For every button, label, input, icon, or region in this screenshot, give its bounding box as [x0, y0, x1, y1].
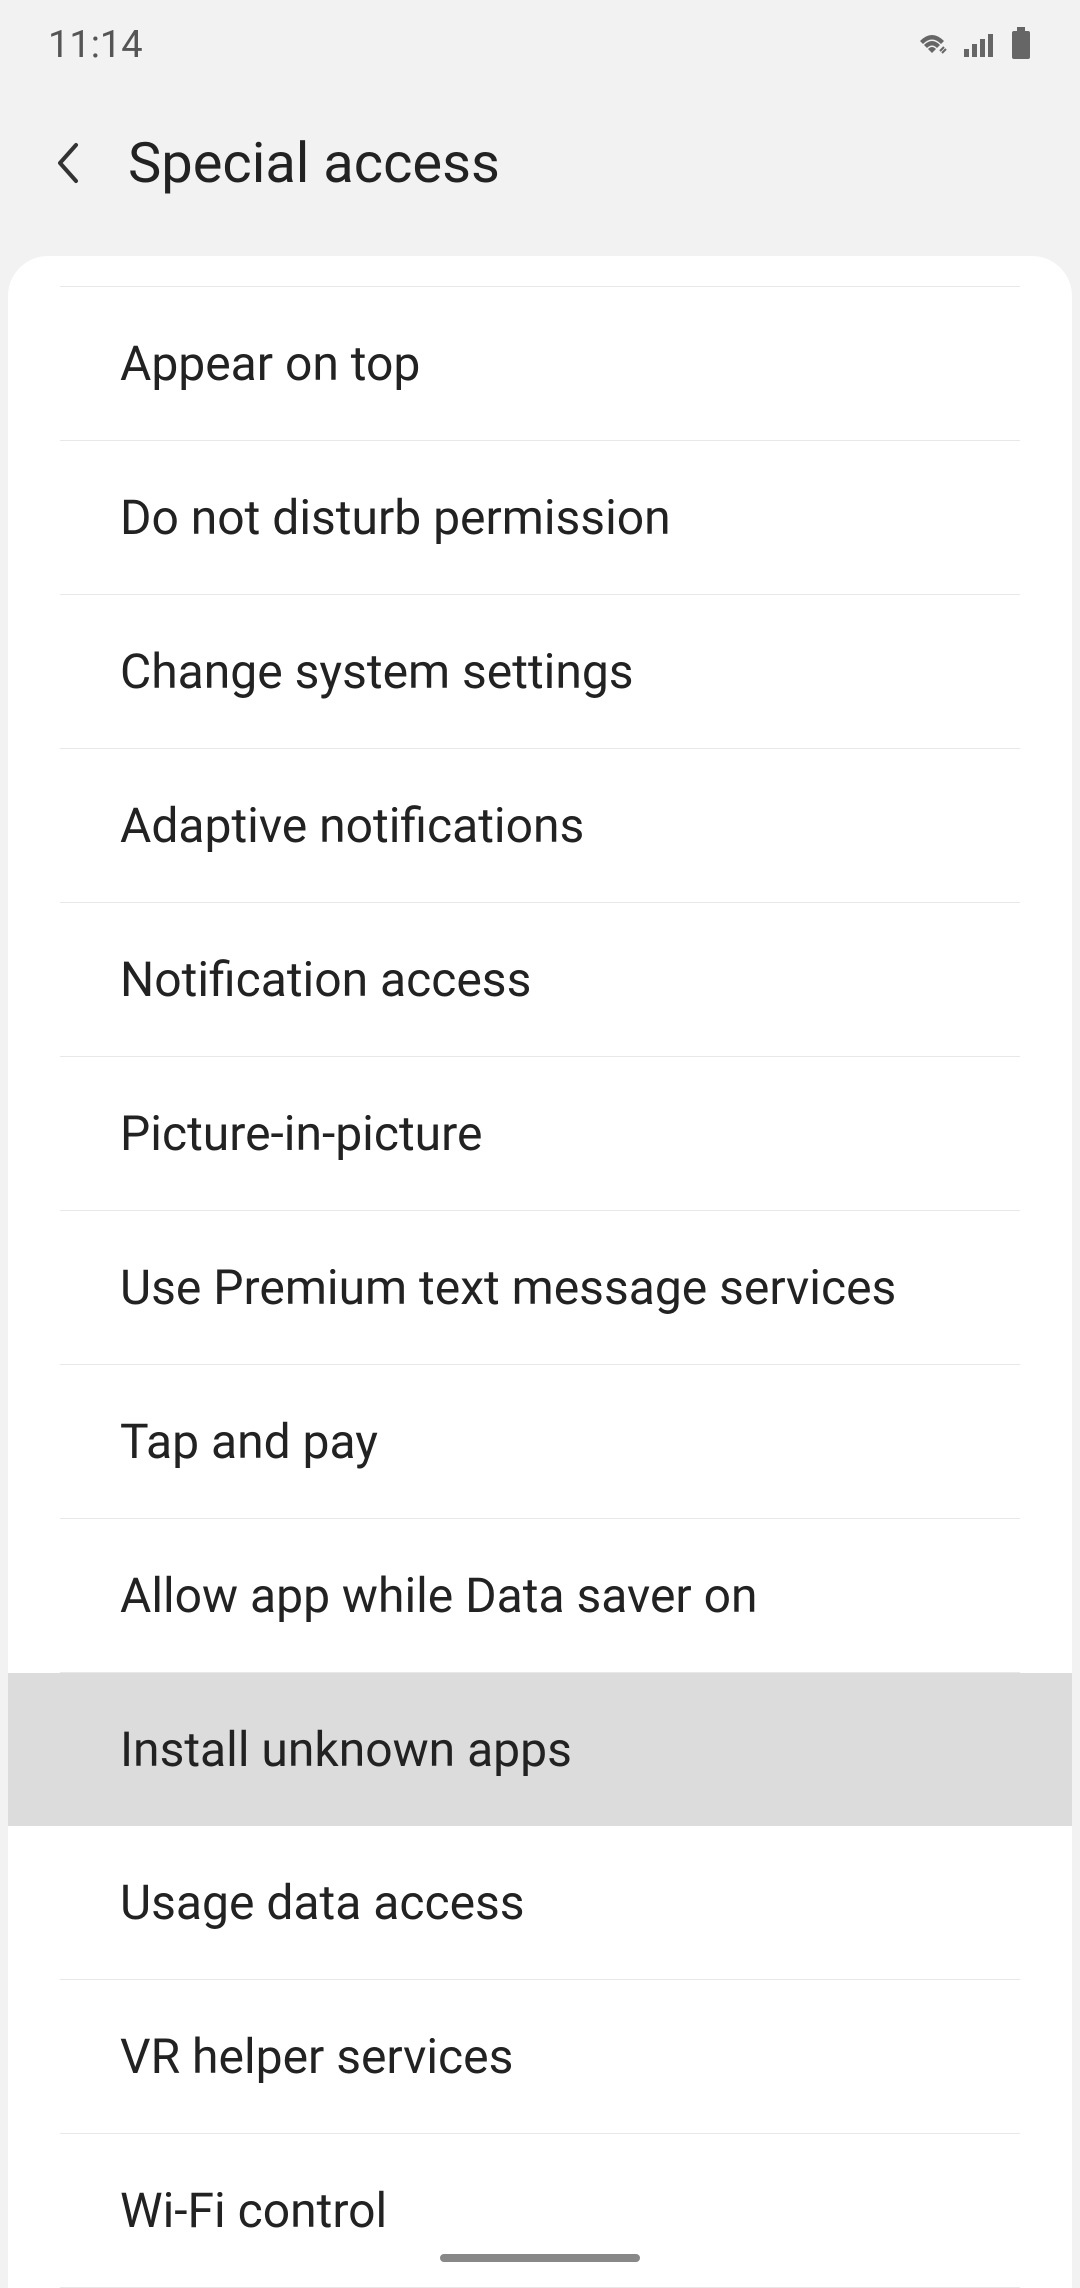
list-item-tap-and-pay[interactable]: Tap and pay — [60, 1365, 1020, 1519]
status-time: 11:14 — [48, 23, 143, 67]
list-item-vr-helper[interactable]: VR helper services — [60, 1980, 1020, 2134]
list-item-label: Change system settings — [120, 643, 634, 700]
status-bar: 11:14 — [0, 0, 1080, 90]
list-item-label: Use Premium text message services — [120, 1259, 896, 1316]
list-item-install-unknown-apps[interactable]: Install unknown apps — [8, 1673, 1072, 1826]
settings-list: Appear on top Do not disturb permission … — [8, 256, 1072, 2288]
list-item-notification-access[interactable]: Notification access — [60, 903, 1020, 1057]
list-item-label: VR helper services — [120, 2028, 513, 2085]
list-item-label: Install unknown apps — [120, 1721, 572, 1778]
wifi-icon — [914, 29, 950, 61]
list-item-wifi-control[interactable]: Wi-Fi control — [60, 2134, 1020, 2288]
list-item-label: Usage data access — [120, 1874, 525, 1931]
navigation-handle[interactable] — [440, 2254, 640, 2262]
list-item-do-not-disturb[interactable]: Do not disturb permission — [60, 441, 1020, 595]
page-title: Special access — [128, 130, 500, 196]
list-item-data-saver[interactable]: Allow app while Data saver on — [60, 1519, 1020, 1673]
back-button[interactable] — [48, 143, 88, 183]
list-item-label: Tap and pay — [120, 1413, 378, 1470]
battery-icon — [1010, 27, 1032, 63]
list-item-appear-on-top[interactable]: Appear on top — [60, 286, 1020, 441]
list-item-label: Wi-Fi control — [120, 2182, 387, 2239]
list-item-label: Appear on top — [120, 335, 420, 392]
status-icons — [914, 27, 1032, 63]
list-item-label: Notification access — [120, 951, 531, 1008]
list-item-label: Do not disturb permission — [120, 489, 671, 546]
header: Special access — [0, 90, 1080, 256]
list-item-adaptive-notifications[interactable]: Adaptive notifications — [60, 749, 1020, 903]
list-item-label: Picture-in-picture — [120, 1105, 482, 1162]
list-item-label: Allow app while Data saver on — [120, 1567, 757, 1624]
list-item-premium-text[interactable]: Use Premium text message services — [60, 1211, 1020, 1365]
list-item-picture-in-picture[interactable]: Picture-in-picture — [60, 1057, 1020, 1211]
list-item-label: Adaptive notifications — [120, 797, 584, 854]
signal-icon — [962, 29, 998, 61]
list-item-change-system-settings[interactable]: Change system settings — [60, 595, 1020, 749]
list-item-usage-data-access[interactable]: Usage data access — [60, 1826, 1020, 1980]
